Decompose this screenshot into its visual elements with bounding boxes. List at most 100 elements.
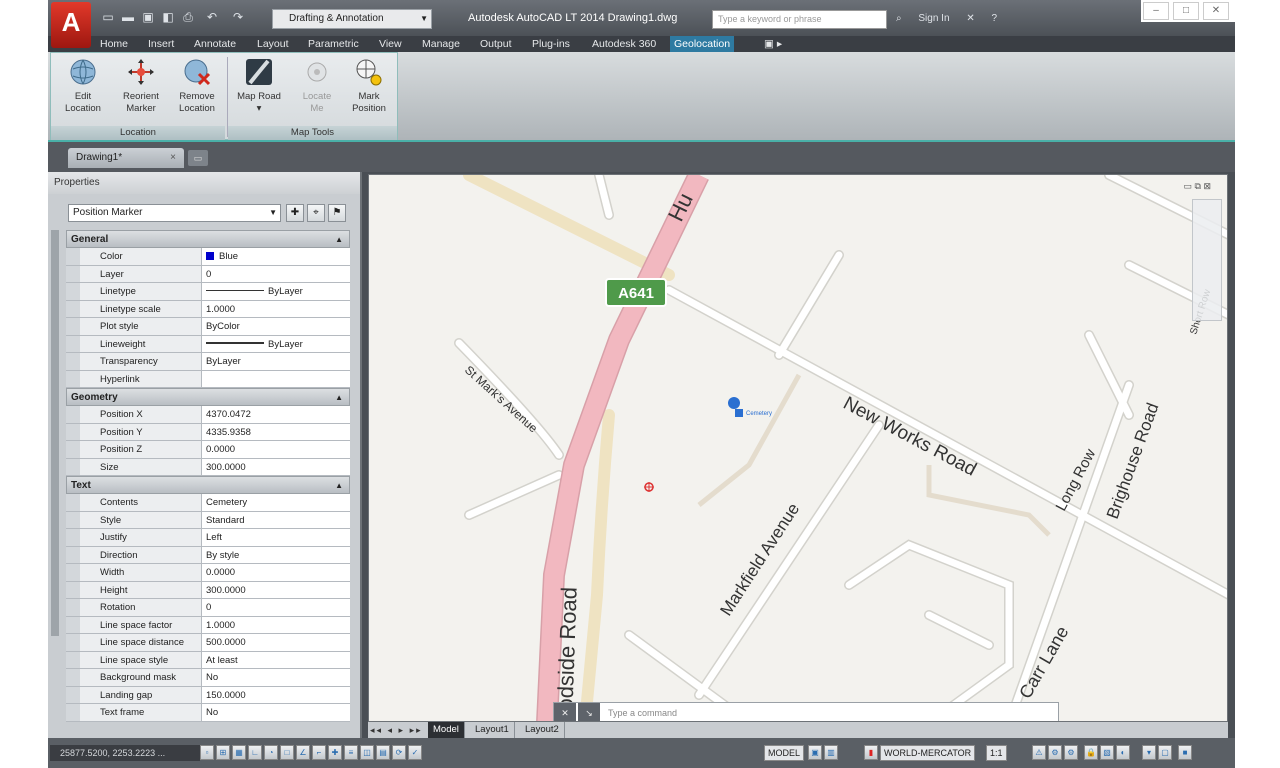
tab-layout1[interactable]: Layout1: [470, 722, 515, 738]
quick-properties-icon[interactable]: ▤: [376, 745, 390, 760]
command-line[interactable]: ✕ ↘ Type a command: [553, 702, 1059, 721]
transparency-icon[interactable]: ◫: [360, 745, 374, 760]
property-row[interactable]: Color Blue: [66, 248, 350, 266]
coordinate-system[interactable]: WORLD-MERCATOR: [880, 745, 976, 761]
property-value[interactable]: [202, 370, 350, 387]
property-value[interactable]: 300.0000: [202, 458, 350, 475]
viewport-close-icon[interactable]: ⊠: [1203, 181, 1211, 191]
property-row[interactable]: Landing gap 150.0000: [66, 686, 350, 704]
section-geometry[interactable]: Geometry ▲: [66, 388, 350, 406]
layout-nav-arrows[interactable]: ◂◂ ◂ ▸ ▸▸: [370, 722, 423, 738]
quick-select-icon[interactable]: ⚑: [328, 204, 346, 222]
property-row[interactable]: Lineweight ByLayer: [66, 335, 350, 353]
tab-parametric[interactable]: Parametric: [304, 36, 363, 52]
property-value[interactable]: Cemetery: [202, 494, 350, 511]
reorient-marker-button[interactable]: Reorient Marker: [115, 57, 167, 115]
annotation-visibility-icon[interactable]: ⚠: [1032, 745, 1046, 760]
property-row[interactable]: Width 0.0000: [66, 564, 350, 582]
tab-geolocation[interactable]: Geolocation: [670, 36, 735, 52]
navigation-bar[interactable]: [1192, 199, 1222, 321]
object-snap-tracking-icon[interactable]: ∠: [296, 745, 310, 760]
property-row[interactable]: Layer 0: [66, 265, 350, 283]
property-row[interactable]: Contents Cemetery: [66, 494, 350, 512]
redo-icon[interactable]: ↷: [230, 10, 246, 24]
property-row[interactable]: Position Z 0.0000: [66, 441, 350, 459]
search-input[interactable]: Type a keyword or phrase: [712, 10, 887, 29]
property-row[interactable]: Line space style At least: [66, 651, 350, 669]
open-icon[interactable]: ▬: [120, 10, 136, 24]
section-text[interactable]: Text ▲: [66, 476, 350, 494]
annotation-monitor-icon[interactable]: ✓: [408, 745, 422, 760]
minimize-button[interactable]: –: [1143, 2, 1169, 20]
dynamic-input-icon[interactable]: ✚: [328, 745, 342, 760]
grid-icon[interactable]: ▦: [232, 745, 246, 760]
tab-annotate[interactable]: Annotate: [190, 36, 240, 52]
property-row[interactable]: Height 300.0000: [66, 581, 350, 599]
property-value[interactable]: ByColor: [202, 318, 350, 335]
property-value[interactable]: 1.0000: [202, 300, 350, 317]
property-value[interactable]: Standard: [202, 511, 350, 528]
close-tab-icon[interactable]: ×: [170, 148, 176, 168]
ortho-icon[interactable]: ∟: [248, 745, 262, 760]
remove-location-button[interactable]: Remove Location: [171, 57, 223, 115]
tab-output[interactable]: Output: [476, 36, 516, 52]
property-value[interactable]: ByLayer: [202, 283, 350, 300]
property-value[interactable]: Blue: [202, 248, 350, 265]
locate-me-button[interactable]: Locate Me: [291, 57, 343, 115]
property-row[interactable]: Line space distance 500.0000: [66, 634, 350, 652]
auto-scale-icon[interactable]: ⚙: [1048, 745, 1062, 760]
status-menu-icon[interactable]: ▾: [1142, 745, 1156, 760]
save-icon[interactable]: ▣: [140, 10, 156, 24]
polar-icon[interactable]: ◔: [264, 745, 278, 760]
object-type-select[interactable]: Position Marker ▼: [68, 204, 281, 222]
fullscreen-icon[interactable]: ■: [1178, 745, 1192, 760]
infer-constraints-icon[interactable]: ▫: [200, 745, 214, 760]
property-value[interactable]: ByLayer: [202, 335, 350, 352]
property-row[interactable]: Style Standard: [66, 511, 350, 529]
model-space-toggle[interactable]: MODEL: [764, 745, 805, 761]
object-snap-icon[interactable]: □: [280, 745, 294, 760]
property-value[interactable]: By style: [202, 546, 350, 563]
property-row[interactable]: Position Y 4335.9358: [66, 423, 350, 441]
lock-icon[interactable]: 🔒: [1084, 745, 1098, 760]
command-close-icon[interactable]: ✕: [554, 703, 576, 721]
property-value[interactable]: 300.0000: [202, 581, 350, 598]
toggle-pickadd-icon[interactable]: ✚: [286, 204, 304, 222]
property-row[interactable]: Background mask No: [66, 669, 350, 687]
hardware-acceleration-icon[interactable]: ▧: [1100, 745, 1114, 760]
tab-layout[interactable]: Layout: [253, 36, 293, 52]
property-row[interactable]: Line space factor 1.0000: [66, 616, 350, 634]
geolocation-marker-icon[interactable]: ▮: [864, 745, 878, 760]
isolate-objects-icon[interactable]: ◐: [1116, 745, 1130, 760]
sign-in-button[interactable]: Sign In: [918, 13, 949, 24]
command-input[interactable]: Type a command: [608, 708, 677, 718]
quick-view-layouts-icon[interactable]: ▣: [808, 745, 822, 760]
property-row[interactable]: Justify Left: [66, 529, 350, 547]
property-value[interactable]: 500.0000: [202, 634, 350, 651]
viewport-minimize-icon[interactable]: ▭: [1183, 181, 1192, 191]
property-row[interactable]: Hyperlink: [66, 370, 350, 388]
select-objects-icon[interactable]: ⌖: [307, 204, 325, 222]
drawing-tab[interactable]: Drawing1* ×: [68, 148, 184, 168]
application-menu-button[interactable]: A: [51, 2, 91, 48]
property-value[interactable]: 4370.0472: [202, 406, 350, 423]
map-road-button[interactable]: Map Road ▾: [233, 57, 285, 115]
property-value[interactable]: No: [202, 669, 350, 686]
tab-model[interactable]: Model: [428, 722, 465, 738]
property-value[interactable]: 150.0000: [202, 686, 350, 703]
clean-screen-icon[interactable]: ▢: [1158, 745, 1172, 760]
property-row[interactable]: Text frame No: [66, 704, 350, 722]
viewport-restore-icon[interactable]: ⧉: [1195, 181, 1201, 191]
maximize-button[interactable]: □: [1173, 2, 1199, 20]
new-tab-button[interactable]: ▭: [188, 150, 208, 166]
property-value[interactable]: 0: [202, 265, 350, 282]
section-general[interactable]: General ▲: [66, 230, 350, 248]
tab-manage[interactable]: Manage: [418, 36, 464, 52]
property-value[interactable]: 1.0000: [202, 616, 350, 633]
property-value[interactable]: At least: [202, 651, 350, 668]
snap-icon[interactable]: ⊞: [216, 745, 230, 760]
mark-position-button[interactable]: Mark Position: [343, 57, 395, 115]
ribbon-toggle-icon[interactable]: ▣ ▸: [760, 36, 786, 52]
property-row[interactable]: Transparency ByLayer: [66, 353, 350, 371]
drawing-viewport[interactable]: A641 Hu St Mark's Avenue New Works Road …: [368, 174, 1228, 722]
